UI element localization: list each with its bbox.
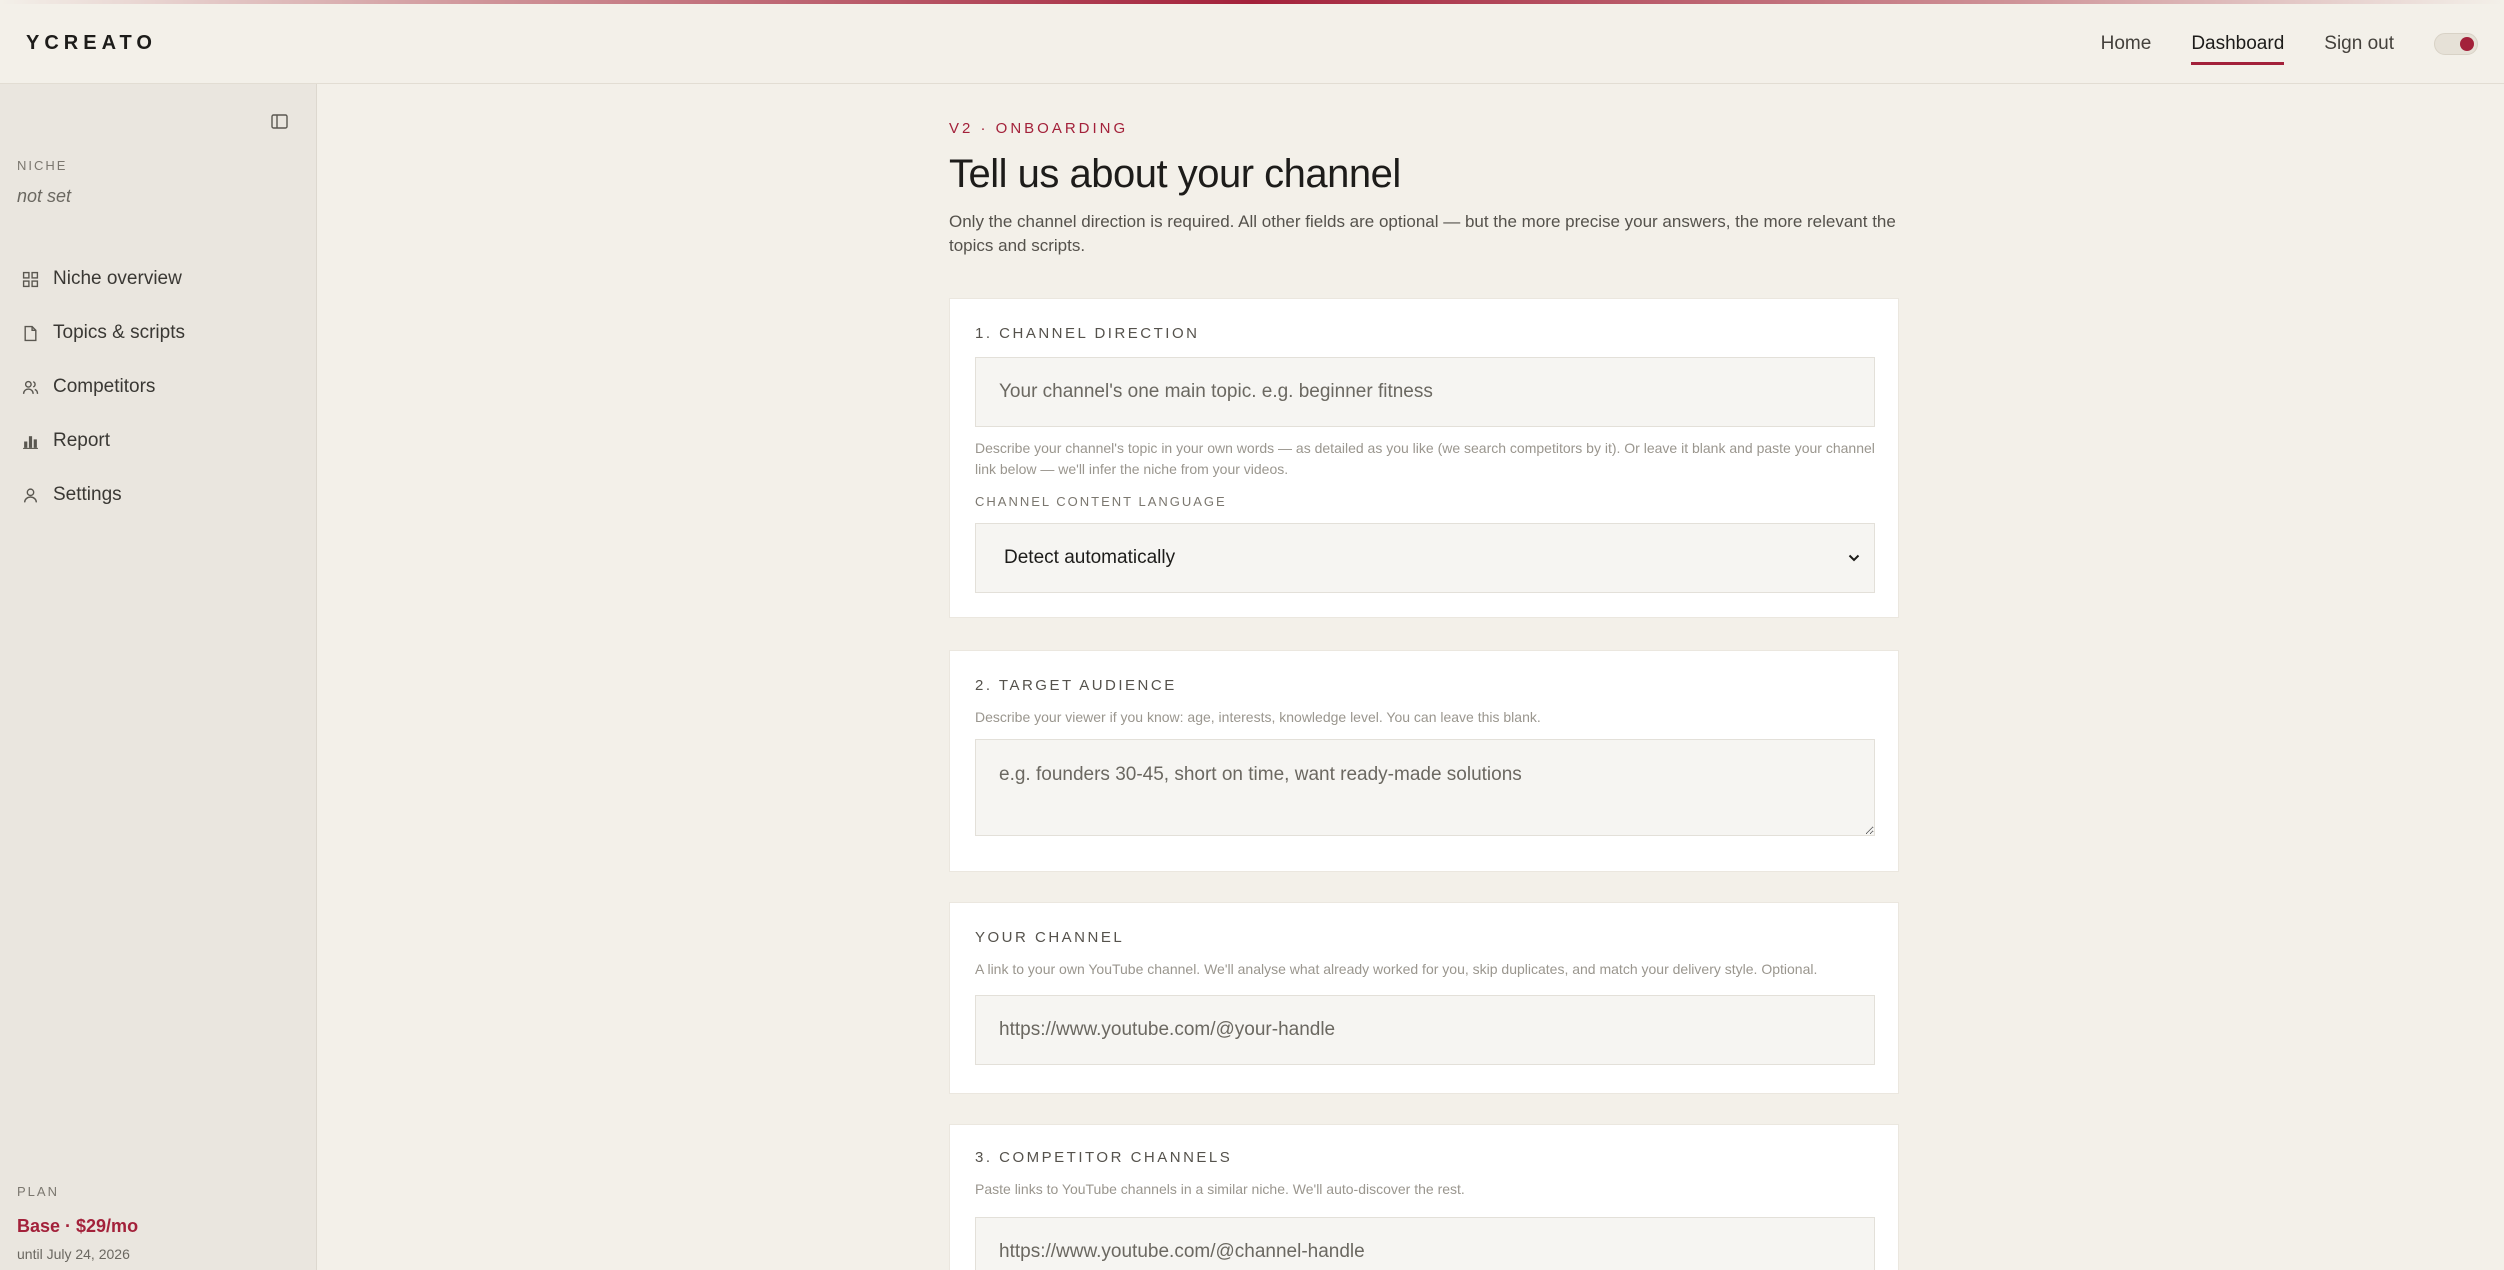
- sidebar-item-label: Report: [53, 430, 111, 451]
- plan-label: PLAN: [17, 1184, 59, 1199]
- nav-home[interactable]: Home: [2101, 27, 2152, 61]
- bar-chart-icon: [23, 435, 38, 449]
- page-title: Tell us about your channel: [949, 152, 1401, 196]
- competitor-channel-input[interactable]: [975, 1217, 1875, 1270]
- plan-value[interactable]: Base · $29/mo: [17, 1216, 138, 1237]
- nav-dashboard[interactable]: Dashboard: [2191, 27, 2284, 65]
- sidebar-item-report[interactable]: Report: [0, 414, 316, 468]
- section-title: 3. COMPETITOR CHANNELS: [975, 1149, 1233, 1166]
- theme-toggle[interactable]: [2434, 32, 2478, 55]
- sidebar-item-label: Niche overview: [53, 268, 182, 289]
- nav-sign-out[interactable]: Sign out: [2324, 27, 2394, 61]
- channel-direction-input[interactable]: [975, 357, 1875, 427]
- sidebar-item-label: Competitors: [53, 376, 156, 397]
- content-language-value: Detect automatically: [1004, 547, 1176, 568]
- channel-direction-card: 1. CHANNEL DIRECTION Describe your chann…: [949, 298, 1899, 618]
- chevron-down-icon: [1848, 554, 1860, 562]
- sidebar-item-niche-overview[interactable]: Niche overview: [0, 252, 316, 306]
- plan-until: until July 24, 2026: [17, 1246, 130, 1262]
- users-icon: [22, 380, 39, 394]
- sidebar-toggle-icon: [270, 113, 288, 129]
- target-audience-textarea[interactable]: [975, 739, 1875, 836]
- toggle-knob: [2460, 36, 2474, 51]
- sidebar-item-label: Settings: [53, 484, 122, 505]
- target-audience-card: 2. TARGET AUDIENCE Describe your viewer …: [949, 650, 1899, 872]
- competitor-channels-help: Paste links to YouTube channels in a sim…: [975, 1181, 1465, 1197]
- content-language-label: CHANNEL CONTENT LANGUAGE: [975, 494, 1227, 509]
- content-language-select[interactable]: Detect automatically: [975, 523, 1875, 593]
- niche-value: not set: [17, 186, 72, 206]
- competitor-channels-card: 3. COMPETITOR CHANNELS Paste links to Yo…: [949, 1124, 1899, 1270]
- section-title: 1. CHANNEL DIRECTION: [975, 325, 1200, 342]
- sidebar: NICHE not set Niche overview Topics & sc…: [0, 84, 317, 1270]
- sidebar-menu: Niche overview Topics & scripts Competit…: [0, 252, 316, 522]
- sidebar-item-settings[interactable]: Settings: [0, 468, 316, 522]
- sidebar-item-topics-scripts[interactable]: Topics & scripts: [0, 306, 316, 360]
- section-title: 2. TARGET AUDIENCE: [975, 677, 1177, 694]
- your-channel-help: A link to your own YouTube channel. We'l…: [975, 961, 1818, 977]
- brand-logo[interactable]: YCREATO: [26, 32, 157, 55]
- user-icon: [23, 487, 38, 502]
- top-nav: Home Dashboard Sign out: [2101, 27, 2478, 65]
- onboarding-eyebrow: V2 · ONBOARDING: [949, 120, 1129, 137]
- sidebar-item-label: Topics & scripts: [53, 322, 185, 343]
- niche-label: NICHE: [17, 158, 68, 173]
- your-channel-card: YOUR CHANNEL A link to your own YouTube …: [949, 902, 1899, 1094]
- channel-direction-help: Describe your channel's topic in your ow…: [975, 440, 1875, 477]
- top-bar: YCREATO Home Dashboard Sign out: [0, 4, 2504, 84]
- document-icon: [24, 325, 37, 341]
- section-title: YOUR CHANNEL: [975, 929, 1125, 946]
- sidebar-item-competitors[interactable]: Competitors: [0, 360, 316, 414]
- page-intro: Only the channel direction is required. …: [949, 212, 1896, 255]
- grid-icon: [22, 271, 39, 287]
- target-audience-help: Describe your viewer if you know: age, i…: [975, 709, 1541, 725]
- your-channel-input[interactable]: [975, 995, 1875, 1065]
- sidebar-collapse-button[interactable]: [268, 110, 290, 132]
